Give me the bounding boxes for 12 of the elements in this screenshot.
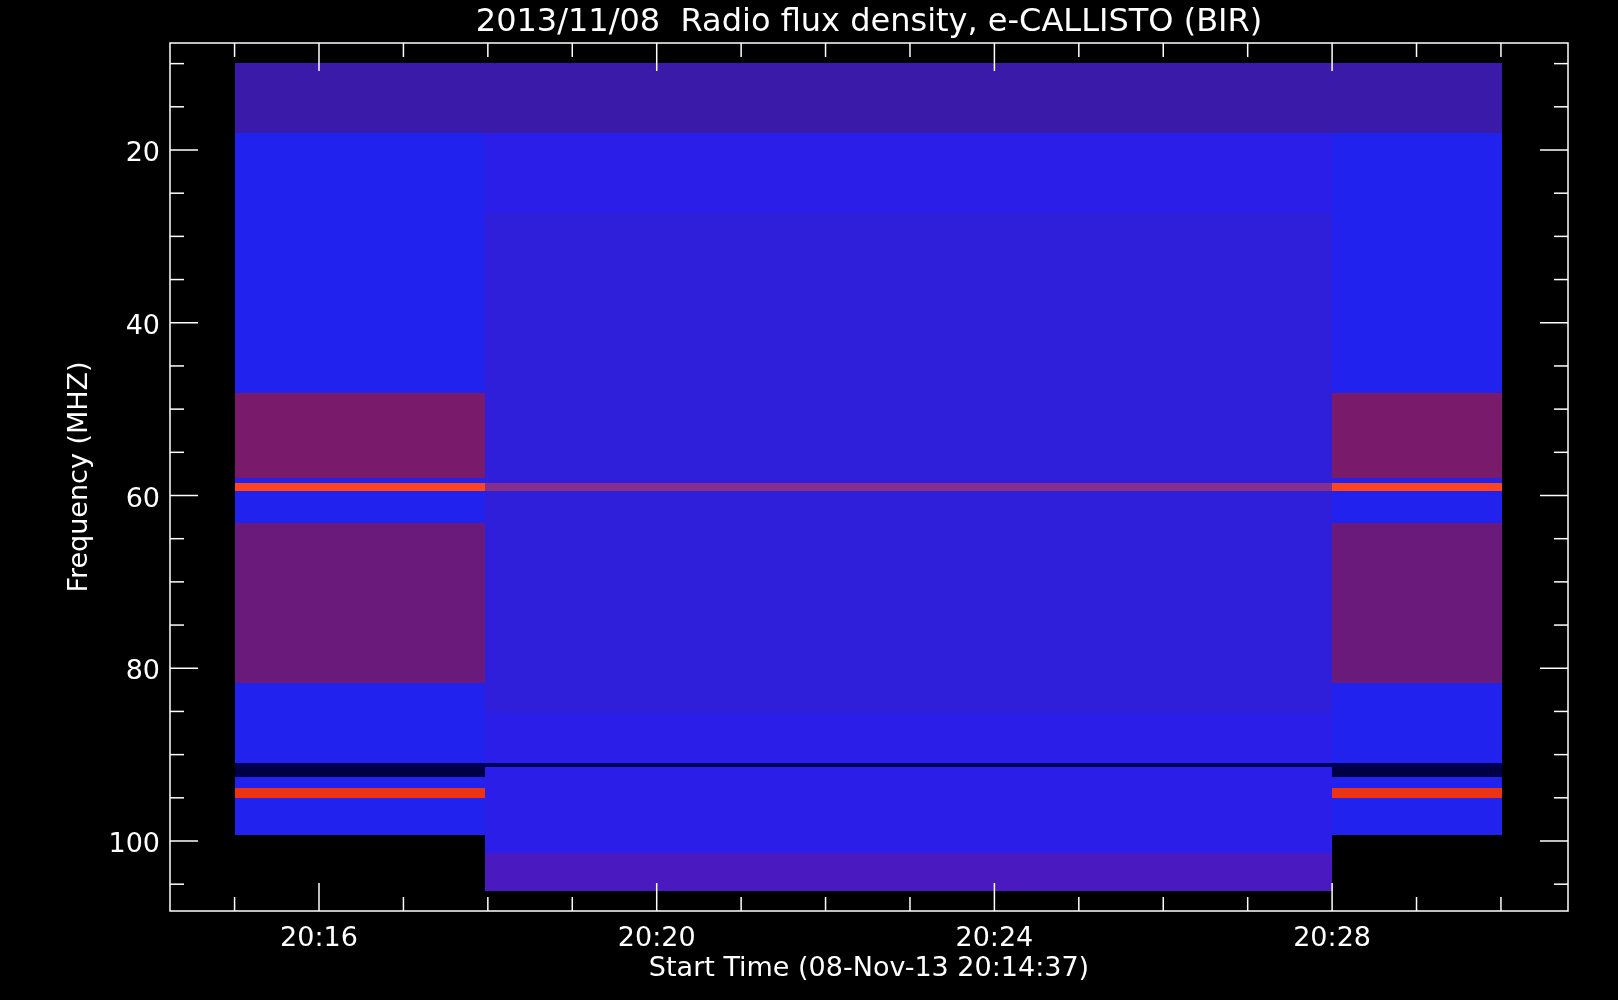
tick-label: 80 [125,654,160,686]
tick-label: 20:28 [1293,921,1371,952]
tick-label: 100 [108,827,160,858]
tick-label: 20:20 [617,921,696,952]
tick-label: 60 [125,481,160,513]
tick-label: 40 [125,308,160,340]
tick-label: 20 [125,136,160,167]
axis-label: Start Time (08-Nov-13 20:14:37) [648,951,1090,982]
plot-title: 2013/11/08 Radio flux density, e-CALLISTO (BIR) [475,1,1263,39]
tick-label: 20:24 [955,921,1034,952]
axis-label: Frequency (MHZ) [62,361,93,593]
tick-label: 20:16 [280,921,358,952]
